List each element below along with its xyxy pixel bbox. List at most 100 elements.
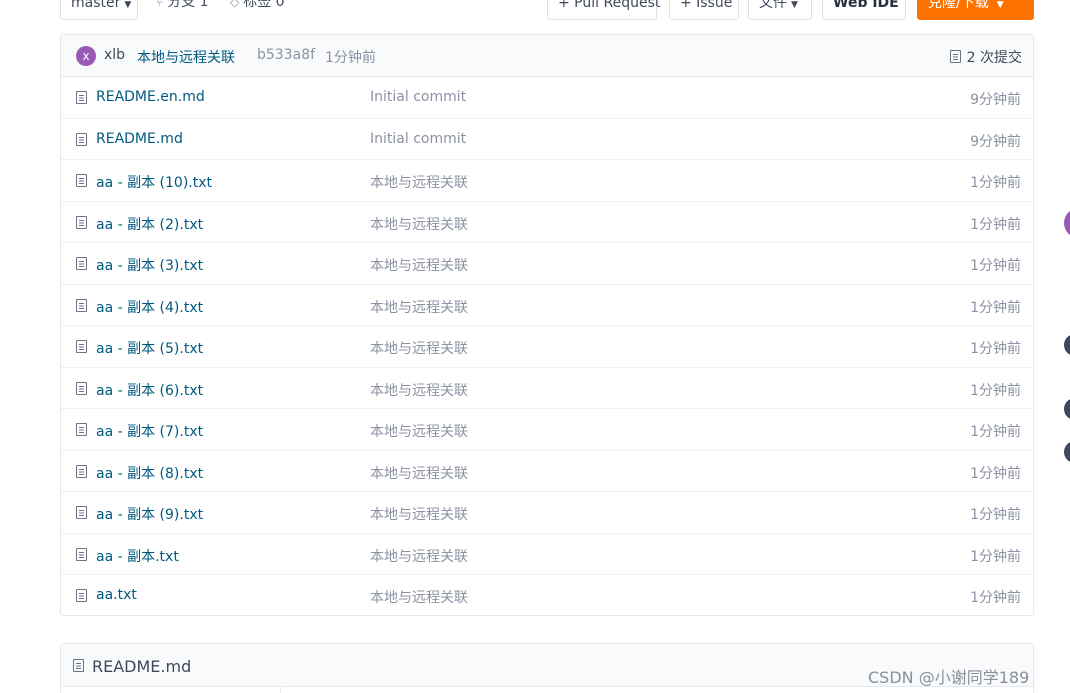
commit-count-link[interactable]: 2 次提交 — [949, 47, 1022, 67]
file-commit-link[interactable]: Initial commit — [370, 89, 466, 105]
file-row[interactable]: README.en.md Initial commit 9分钟前 — [61, 77, 1033, 119]
file-icon — [76, 174, 87, 187]
file-name-link[interactable]: aa - 副本 (4).txt — [96, 297, 203, 317]
file-name-link[interactable]: aa - 副本 (6).txt — [96, 380, 203, 400]
commit-author[interactable]: xlb — [104, 47, 125, 63]
pull-request-button[interactable]: + Pull Request — [547, 0, 660, 20]
file-time: 1分钟前 — [970, 507, 1021, 523]
file-row[interactable]: aa - 副本 (5).txt 本地与远程关联 1分钟前 — [61, 326, 1033, 368]
avatar[interactable]: x — [76, 46, 96, 66]
file-icon — [76, 257, 87, 270]
caret-down-icon: ▼ — [124, 0, 132, 10]
file-commit-link[interactable]: 本地与远程关联 — [370, 587, 468, 607]
file-commit-link[interactable]: Initial commit — [370, 131, 466, 147]
commits-icon — [949, 50, 961, 63]
tag-icon: ◇ — [230, 0, 240, 9]
web-ide-button[interactable]: Web IDE — [822, 0, 906, 20]
file-commit-link[interactable]: 本地与远程关联 — [370, 255, 468, 275]
file-name-link[interactable]: aa - 副本 (10).txt — [96, 172, 212, 192]
file-commit-link[interactable]: 本地与远程关联 — [370, 380, 468, 400]
repo-toolbar: master ▼ ⑂ 分支 1 ◇ 标签 0 + Pull Request + Iss… — [60, 0, 1034, 20]
file-time: 9分钟前 — [970, 92, 1021, 108]
file-rows: README.en.md Initial commit 9分钟前 README.md I… — [61, 77, 1033, 617]
sidebar-heading-fragment — [1063, 70, 1069, 89]
file-icon — [76, 132, 87, 146]
file-commit-link[interactable]: 本地与远程关联 — [370, 504, 468, 524]
file-commit-link[interactable]: 本地与远程关联 — [370, 297, 468, 317]
branches-link[interactable]: ⑂ 分支 1 — [156, 0, 209, 18]
sidebar-avatar-dot[interactable] — [1064, 441, 1070, 463]
file-commit-link[interactable]: 本地与远程关联 — [370, 421, 468, 441]
branch-icon: ⑂ — [156, 0, 164, 9]
file-row[interactable]: README.md Initial commit 9分钟前 — [61, 119, 1033, 160]
branch-label: master — [71, 0, 121, 11]
file-icon — [76, 423, 87, 436]
file-icon — [76, 381, 87, 395]
commit-hash[interactable]: b533a8f — [257, 47, 315, 63]
file-time: 1分钟前 — [970, 216, 1021, 233]
file-menu-button[interactable]: 文件 ▼ — [748, 0, 812, 20]
file-menu-label: 文件 — [759, 0, 787, 11]
file-name-link[interactable]: aa.txt — [96, 587, 137, 603]
file-icon — [76, 91, 87, 104]
file-name-link[interactable]: README.en.md — [96, 89, 205, 105]
divider — [280, 687, 281, 693]
sidebar-avatar-dot[interactable] — [1064, 334, 1070, 356]
file-row[interactable]: aa - 副本 (10).txt 本地与远程关联 1分钟前 — [61, 160, 1033, 202]
file-commit-link[interactable]: 本地与远程关联 — [370, 463, 468, 483]
file-row[interactable]: aa - 副本 (7).txt 本地与远程关联 1分钟前 — [61, 409, 1033, 451]
file-icon — [76, 215, 87, 229]
watermark: CSDN @小谢同学189 — [868, 668, 1030, 687]
file-name-link[interactable]: README.md — [96, 131, 183, 147]
file-name-link[interactable]: aa - 副本 (5).txt — [96, 338, 203, 358]
caret-down-icon: ▼ — [791, 0, 798, 10]
file-commit-link[interactable]: 本地与远程关联 — [370, 338, 468, 358]
avatar[interactable] — [1064, 208, 1070, 238]
file-name-link[interactable]: aa - 副本 (9).txt — [96, 504, 203, 524]
commit-message[interactable]: 本地与远程关联 — [137, 47, 235, 67]
file-icon — [76, 589, 87, 602]
caret-down-icon: ▼ — [996, 0, 1004, 10]
file-time: 1分钟前 — [970, 548, 1021, 565]
file-icon — [73, 659, 84, 672]
file-row[interactable]: aa - 副本 (2).txt 本地与远程关联 1分钟前 — [61, 202, 1033, 243]
file-commit-link[interactable]: 本地与远程关联 — [370, 214, 468, 234]
file-time: 1分钟前 — [970, 424, 1021, 440]
tags-label: 标签 0 — [243, 0, 285, 10]
file-row[interactable]: aa - 副本.txt 本地与远程关联 1分钟前 — [61, 534, 1033, 575]
file-icon — [76, 506, 87, 519]
file-icon — [76, 298, 87, 312]
file-name-link[interactable]: aa - 副本 (7).txt — [96, 421, 203, 441]
sidebar-avatar-dot[interactable] — [1064, 398, 1070, 420]
file-row[interactable]: aa.txt 本地与远程关联 1分钟前 — [61, 575, 1033, 617]
file-icon — [76, 464, 87, 478]
file-time: 1分钟前 — [970, 590, 1021, 606]
file-commit-link[interactable]: 本地与远程关联 — [370, 172, 468, 192]
file-row[interactable]: aa - 副本 (6).txt 本地与远程关联 1分钟前 — [61, 368, 1033, 409]
file-commit-link[interactable]: 本地与远程关联 — [370, 546, 468, 566]
file-row[interactable]: aa - 副本 (4).txt 本地与远程关联 1分钟前 — [61, 285, 1033, 326]
file-row[interactable]: aa - 副本 (9).txt 本地与远程关联 1分钟前 — [61, 492, 1033, 534]
file-row[interactable]: aa - 副本 (3).txt 本地与远程关联 1分钟前 — [61, 243, 1033, 285]
file-time: 1分钟前 — [970, 382, 1021, 399]
commit-time: 1分钟前 — [325, 50, 376, 66]
issue-button[interactable]: + Issue — [669, 0, 739, 20]
file-name-link[interactable]: aa - 副本 (3).txt — [96, 255, 203, 275]
file-list: x xlb 本地与远程关联 b533a8f 1分钟前 2 次提交 README.… — [60, 34, 1034, 616]
commit-count-label: 2 次提交 — [966, 50, 1022, 66]
file-time: 1分钟前 — [970, 465, 1021, 482]
file-row[interactable]: aa - 副本 (8).txt 本地与远程关联 1分钟前 — [61, 451, 1033, 492]
branch-select-button[interactable]: master ▼ — [60, 0, 138, 20]
latest-commit-bar: x xlb 本地与远程关联 b533a8f 1分钟前 2 次提交 — [61, 35, 1033, 77]
file-icon — [76, 547, 87, 561]
file-name-link[interactable]: aa - 副本 (8).txt — [96, 463, 203, 483]
tags-link[interactable]: ◇ 标签 0 — [230, 0, 285, 18]
file-time: 9分钟前 — [970, 133, 1021, 150]
file-icon — [76, 340, 87, 353]
branches-label: 分支 1 — [167, 0, 209, 10]
clone-download-button[interactable]: 克隆/下载 ▼ — [917, 0, 1034, 20]
file-name-link[interactable]: aa - 副本.txt — [96, 546, 179, 566]
file-name-link[interactable]: aa - 副本 (2).txt — [96, 214, 203, 234]
repo-page: master ▼ ⑂ 分支 1 ◇ 标签 0 + Pull Request + Iss… — [0, 0, 1070, 693]
file-time: 1分钟前 — [970, 341, 1021, 357]
